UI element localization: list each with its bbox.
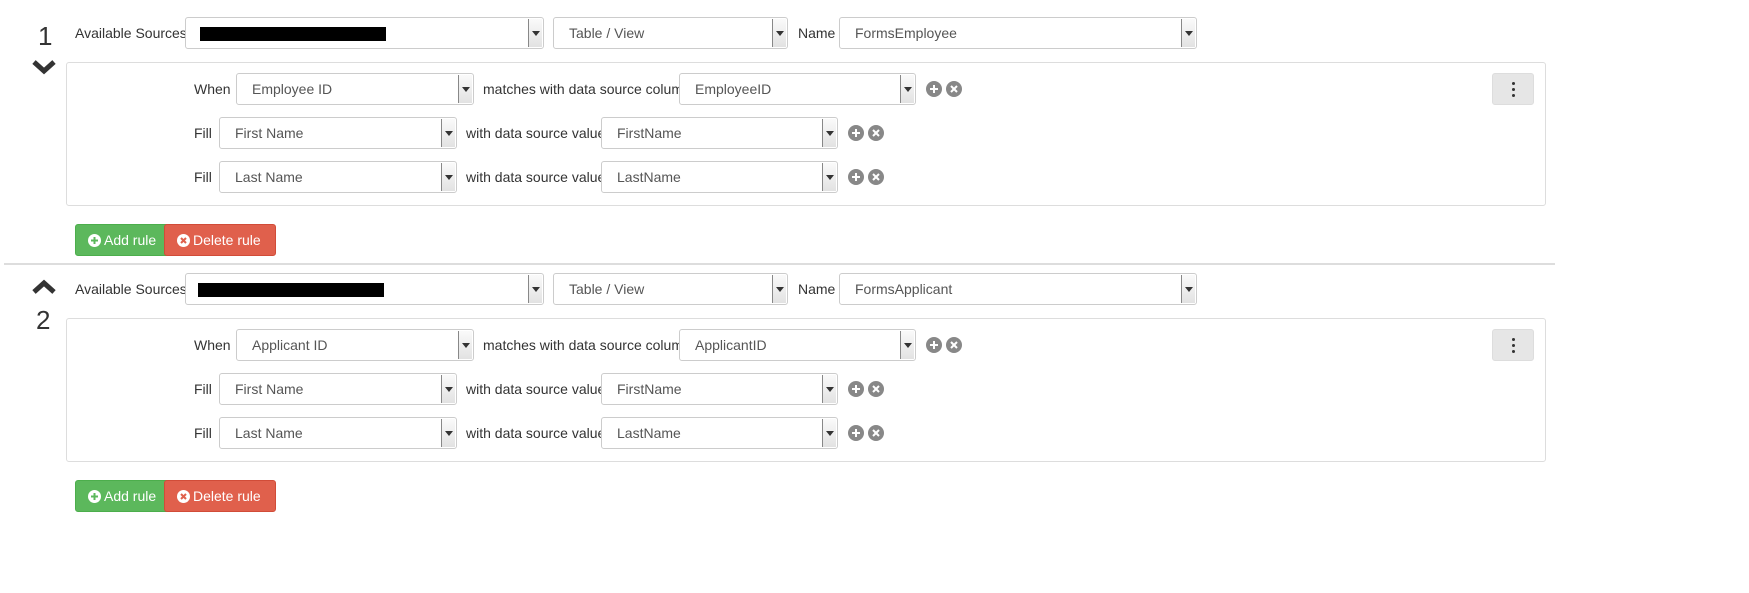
dropdown-arrow-icon [528,19,542,47]
dropdown-arrow-icon [822,119,836,147]
fill-value-select[interactable]: LastName [601,161,838,193]
dropdown-arrow-icon [1181,275,1195,303]
dropdown-arrow-icon [822,375,836,403]
remove-fill-icon[interactable] [868,381,884,397]
remove-fill-icon[interactable] [868,125,884,141]
match-column-select[interactable]: EmployeeID [679,73,916,105]
plus-circle-icon [88,234,101,247]
fill-field-select[interactable]: First Name [219,117,457,149]
add-rule-button[interactable]: Add rule [75,224,172,256]
times-circle-icon [177,490,190,503]
section-divider [4,263,1555,265]
chevron-down-icon[interactable] [30,57,58,77]
match-column-select[interactable]: ApplicantID [679,329,916,361]
dropdown-arrow-icon [772,19,786,47]
fill-value-select[interactable]: FirstName [601,117,838,149]
name-select[interactable]: FormsEmployee [839,17,1197,49]
fill-value-select[interactable]: FirstName [601,373,838,405]
source-type-select[interactable]: Table / View [553,17,788,49]
fill-value-select[interactable]: LastName [601,417,838,449]
dropdown-arrow-icon [822,419,836,447]
when-label: When [194,81,231,97]
available-sources-label: Available Sources [75,281,187,297]
remove-fill-icon[interactable] [868,425,884,441]
plus-circle-icon [88,490,101,503]
available-sources-select[interactable] [185,17,544,49]
add-fill-icon[interactable] [848,125,864,141]
fill-field-select[interactable]: Last Name [219,417,457,449]
redacted-source [200,27,386,41]
with-value-label: with data source value [466,381,606,397]
with-value-label: with data source value [466,125,606,141]
fill-label: Fill [194,125,212,141]
fill-label: Fill [194,169,212,185]
matches-label: matches with data source column [483,337,691,353]
remove-condition-icon[interactable] [946,337,962,353]
matches-label: matches with data source column [483,81,691,97]
dropdown-arrow-icon [900,331,914,359]
available-sources-label: Available Sources [75,25,187,41]
more-options-button[interactable] [1492,329,1534,361]
with-value-label: with data source value [466,425,606,441]
remove-fill-icon[interactable] [868,169,884,185]
fill-label: Fill [194,425,212,441]
dropdown-arrow-icon [441,119,455,147]
fill-field-select[interactable]: Last Name [219,161,457,193]
dropdown-arrow-icon [772,275,786,303]
section-number: 1 [38,21,53,51]
delete-rule-button[interactable]: Delete rule [164,480,276,512]
source-type-select[interactable]: Table / View [553,273,788,305]
dropdown-arrow-icon [822,163,836,191]
name-select[interactable]: FormsApplicant [839,273,1197,305]
times-circle-icon [177,234,190,247]
dropdown-arrow-icon [441,375,455,403]
name-label: Name [798,25,836,41]
dropdown-arrow-icon [528,275,542,303]
add-fill-icon[interactable] [848,381,864,397]
dropdown-arrow-icon [900,75,914,103]
dropdown-arrow-icon [458,331,472,359]
add-rule-button[interactable]: Add rule [75,480,172,512]
name-label: Name [798,281,836,297]
delete-rule-button[interactable]: Delete rule [164,224,276,256]
add-fill-icon[interactable] [848,425,864,441]
add-condition-icon[interactable] [926,81,942,97]
fill-label: Fill [194,381,212,397]
dropdown-arrow-icon [441,419,455,447]
section-number: 2 [36,305,51,335]
fill-field-select[interactable]: First Name [219,373,457,405]
with-value-label: with data source value [466,169,606,185]
when-label: When [194,337,231,353]
redacted-source [198,283,384,297]
chevron-up-icon[interactable] [30,277,58,297]
dropdown-arrow-icon [1181,19,1195,47]
remove-condition-icon[interactable] [946,81,962,97]
add-condition-icon[interactable] [926,337,942,353]
when-field-select[interactable]: Employee ID [236,73,474,105]
when-field-select[interactable]: Applicant ID [236,329,474,361]
available-sources-select[interactable] [185,273,544,305]
more-options-button[interactable] [1492,73,1534,105]
dropdown-arrow-icon [441,163,455,191]
add-fill-icon[interactable] [848,169,864,185]
dropdown-arrow-icon [458,75,472,103]
